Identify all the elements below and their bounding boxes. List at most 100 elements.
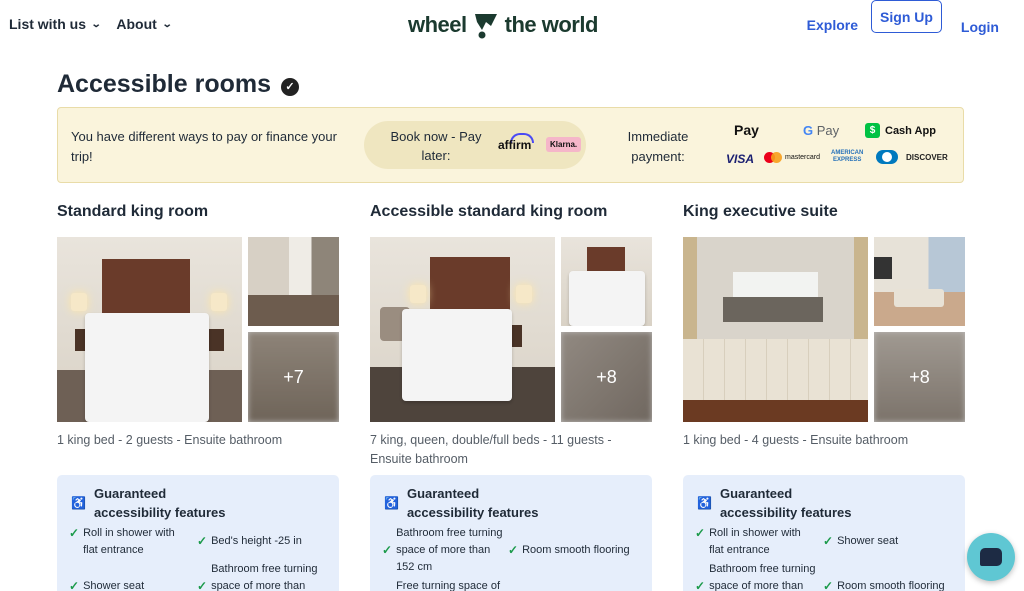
- cash-app-logo: $ Cash App: [865, 123, 936, 138]
- more-photos-count: +8: [561, 332, 652, 422]
- room-card-king-executive-suite: King executive suite +8 1 king bed - 4 g…: [683, 200, 965, 591]
- feature-text: Bathroom free turning space of more than: [709, 563, 816, 591]
- room-main-photo[interactable]: [370, 237, 555, 422]
- feature-item: ✓ Bathroom free turning space of more th…: [197, 561, 327, 591]
- apple-pay-text: Pay: [734, 122, 759, 138]
- diners-club-logo: [876, 150, 898, 164]
- chat-icon: [980, 548, 1002, 566]
- room-main-photo[interactable]: [683, 237, 868, 422]
- room-details: 7 king, queen, double/full beds - 11 gue…: [370, 433, 612, 466]
- more-photos-count: +8: [874, 332, 965, 422]
- mastercard-circles-icon: [764, 152, 782, 163]
- feature-text: Bed's height -25 in: [211, 535, 302, 547]
- features-header: ♿ Guaranteed accessibility features: [384, 484, 557, 522]
- wheelchair-icon: ♿: [697, 496, 712, 510]
- room-main-photo[interactable]: [57, 237, 242, 422]
- feature-text: Room smooth flooring: [837, 580, 945, 591]
- room-gallery[interactable]: +8: [370, 237, 652, 422]
- amex-line1: AMERICAN: [831, 150, 864, 156]
- accessibility-features-box: ♿ Guaranteed accessibility features ✓ Ro…: [57, 475, 339, 591]
- payment-info-text: You have different ways to pay or financ…: [71, 129, 337, 164]
- feature-item: ✓ Bathroom free turning space of more th…: [695, 561, 820, 591]
- check-icon: ✓: [823, 579, 834, 591]
- klarna-logo: Klarna.: [546, 137, 582, 152]
- check-icon: ✓: [197, 579, 208, 591]
- wheel-the-world-logo[interactable]: wheel the world: [408, 8, 598, 42]
- nav-about-label: About: [116, 16, 157, 32]
- wheelchair-icon: ♿: [71, 496, 86, 510]
- room-title[interactable]: Standard king room: [57, 200, 339, 224]
- room-card-accessible-standard-king: Accessible standard king room +8 7 king,…: [370, 200, 652, 591]
- room-thumbnail-photo[interactable]: [561, 237, 652, 326]
- feature-item: ✓ Free turning space of: [382, 578, 507, 591]
- visa-logo: VISA: [726, 152, 755, 166]
- nav-list-with-us[interactable]: List with us ⌄: [9, 16, 102, 32]
- explore-link[interactable]: Explore: [807, 8, 858, 42]
- logo-mark-icon: [474, 14, 497, 39]
- chat-button[interactable]: [967, 533, 1015, 581]
- chevron-down-icon: ⌄: [161, 18, 173, 30]
- page-title-text: Accessible rooms: [57, 70, 271, 98]
- payment-method-logos: Pay G Pay $ Cash App VISA mastercard AMER…: [726, 120, 951, 172]
- room-title[interactable]: King executive suite: [683, 200, 965, 224]
- top-navigation: List with us ⌄ About ⌄ wheel the world E…: [0, 0, 1024, 52]
- wheelchair-icon: ♿: [384, 496, 399, 510]
- feature-text: Bathroom free turning space of more than: [211, 563, 318, 591]
- feature-text: Free turning space of: [396, 580, 501, 591]
- feature-item: ✓ Roll in shower with flat entrance: [69, 525, 189, 559]
- more-photos-count: +7: [248, 332, 339, 422]
- feature-item: ✓ Shower seat: [69, 578, 189, 591]
- logo-text-right: the world: [504, 12, 599, 37]
- check-icon: ✓: [69, 526, 80, 540]
- google-g-icon: G: [803, 123, 814, 138]
- room-thumbnail-photo[interactable]: [874, 237, 965, 326]
- feature-text: Bathroom free turning space of more than…: [396, 527, 503, 573]
- accessibility-features-box: ♿ Guaranteed accessibility features ✓ Ro…: [683, 475, 965, 591]
- discover-logo: DISCOVER: [906, 153, 948, 162]
- check-icon: ✓: [69, 579, 80, 591]
- feature-item: ✓ Room smooth flooring: [508, 542, 648, 559]
- check-icon: ✓: [695, 526, 706, 540]
- more-photos-tile[interactable]: +8: [874, 332, 965, 422]
- check-icon: ✓: [508, 543, 519, 557]
- mastercard-logo: mastercard: [764, 152, 820, 163]
- google-pay-text: Pay: [816, 123, 840, 138]
- nav-list-with-us-label: List with us: [9, 16, 86, 32]
- login-link[interactable]: Login: [961, 10, 999, 44]
- room-title[interactable]: Accessible standard king room: [370, 200, 652, 224]
- accessibility-features-box: ♿ Guaranteed accessibility features ✓ Ba…: [370, 475, 652, 591]
- more-photos-tile[interactable]: +8: [561, 332, 652, 422]
- page-title: Accessible rooms ✓: [57, 70, 299, 99]
- feature-item: ✓ Bed's height -25 in: [197, 533, 327, 550]
- amex-logo: AMERICAN EXPRESS: [831, 150, 863, 164]
- room-gallery[interactable]: +7: [57, 237, 339, 422]
- amex-line2: EXPRESS: [832, 157, 862, 163]
- room-details: 1 king bed - 4 guests - Ensuite bathroom: [683, 433, 909, 447]
- feature-text: Room smooth flooring: [522, 544, 630, 556]
- chevron-down-icon: ⌄: [90, 18, 102, 30]
- features-title: Guaranteed accessibility features: [406, 486, 539, 520]
- feature-item: ✓ Room smooth flooring: [823, 578, 963, 591]
- feature-text: Shower seat: [837, 535, 899, 547]
- room-details: 1 king bed - 2 guests - Ensuite bathroom: [57, 433, 283, 447]
- room-thumbnail-photo[interactable]: [248, 237, 339, 326]
- feature-text: Roll in shower with flat entrance: [83, 527, 175, 556]
- features-header: ♿ Guaranteed accessibility features: [71, 484, 244, 522]
- apple-pay-logo: Pay: [734, 122, 759, 138]
- nav-about[interactable]: About ⌄: [116, 16, 173, 32]
- features-title: Guaranteed accessibility features: [719, 486, 852, 520]
- room-card-standard-king: Standard king room +7 1 king bed - 2 gue…: [57, 200, 339, 591]
- check-icon: ✓: [197, 534, 208, 548]
- cash-app-text: Cash App: [885, 124, 936, 137]
- immediate-payment-label: Immediate payment:: [627, 129, 689, 164]
- feature-item: ✓ Roll in shower with flat entrance: [695, 525, 815, 559]
- sign-up-button[interactable]: Sign Up: [871, 0, 942, 33]
- more-photos-tile[interactable]: +7: [248, 332, 339, 422]
- room-gallery[interactable]: +8: [683, 237, 965, 422]
- check-circle-icon: ✓: [281, 77, 299, 96]
- feature-text: Shower seat: [83, 580, 145, 591]
- logo-text-left: wheel: [408, 12, 467, 37]
- dollar-icon: $: [865, 123, 880, 138]
- payment-options-banner: You have different ways to pay or financ…: [57, 107, 964, 183]
- nav-left: List with us ⌄ About ⌄: [9, 16, 173, 32]
